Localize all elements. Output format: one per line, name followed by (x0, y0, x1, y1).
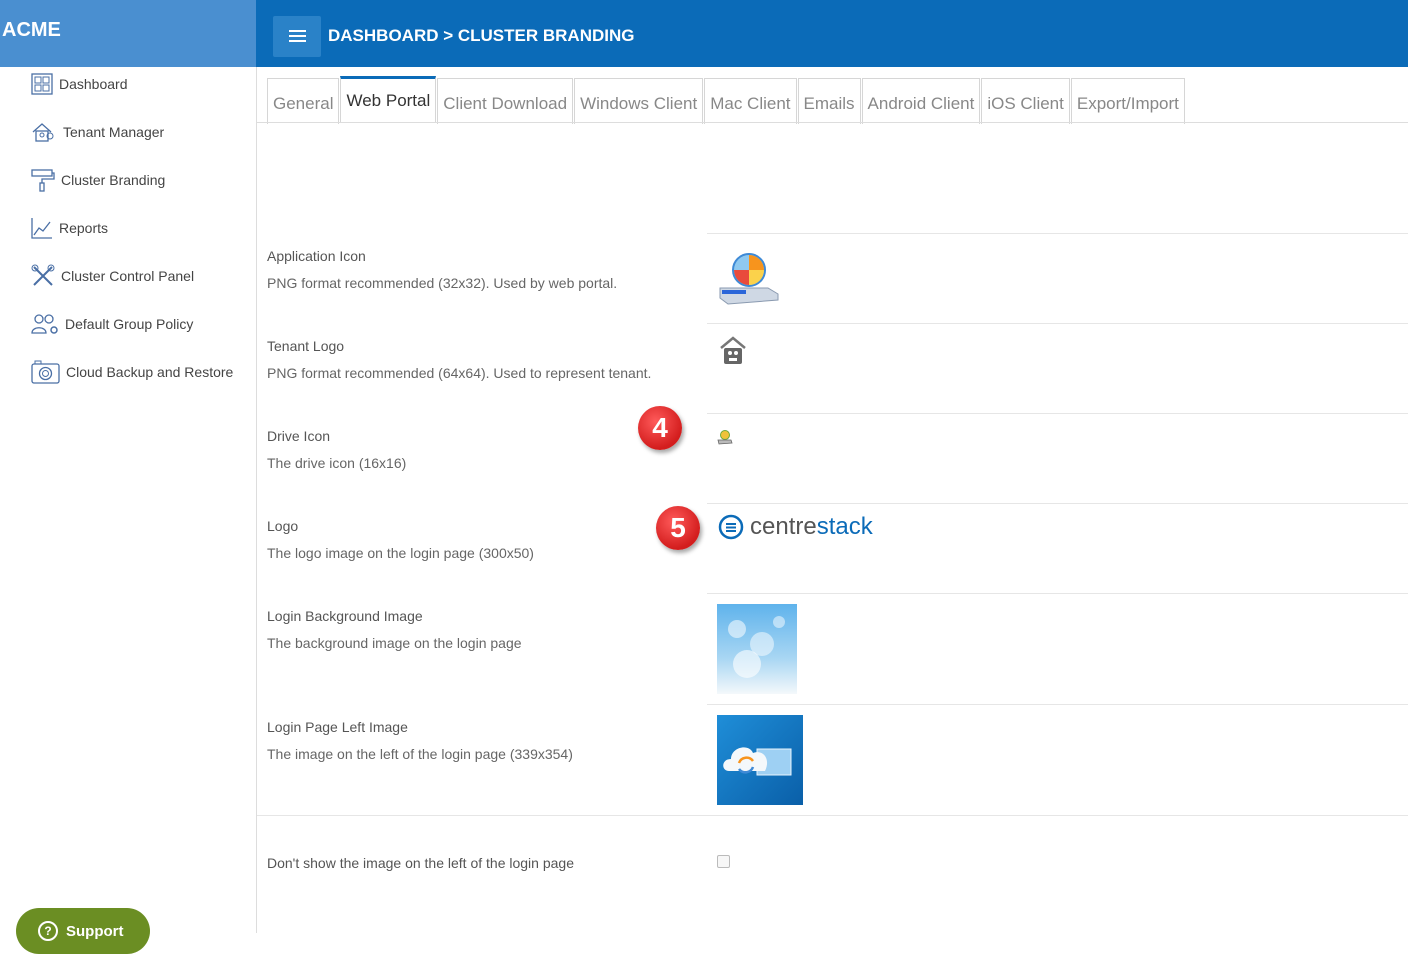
logo-preview[interactable]: centre stack (718, 513, 873, 541)
breadcrumb: DASHBOARD > CLUSTER BRANDING (328, 26, 635, 45)
tab-emails[interactable]: Emails (797, 78, 861, 124)
tab-mac-client[interactable]: Mac Client (704, 78, 797, 124)
divider (707, 503, 1408, 504)
tools-icon (31, 264, 55, 286)
sidebar: Dashboard Tenant Manager Cluster Brandin… (0, 67, 257, 933)
tab-ios-client[interactable]: iOS Client (981, 78, 1070, 124)
setting-description: PNG format recommended (32x32). Used by … (267, 275, 618, 291)
divider (707, 704, 1408, 705)
logo-text-stack: stack (816, 513, 873, 540)
sidebar-item-label: Dashboard (59, 76, 128, 92)
tab-general[interactable]: General (267, 78, 340, 124)
tenant-logo-preview[interactable] (720, 336, 746, 366)
divider (707, 593, 1408, 594)
login-background-preview[interactable] (717, 604, 797, 694)
sidebar-item-dashboard[interactable]: Dashboard (31, 70, 128, 98)
tenant-manager-icon (32, 123, 54, 142)
step-5-badge: 5 (656, 506, 700, 550)
sidebar-item-tenant-manager[interactable]: Tenant Manager (31, 118, 164, 146)
dashboard-icon (31, 73, 53, 95)
sidebar-item-reports[interactable]: Reports (31, 214, 108, 242)
sidebar-item-cluster-branding[interactable]: Cluster Branding (31, 166, 165, 194)
tab-web-portal[interactable]: Web Portal (340, 76, 437, 123)
divider (707, 323, 1408, 324)
sidebar-item-cloud-backup[interactable]: Cloud Backup and Restore (31, 358, 233, 386)
sidebar-item-label: Cloud Backup and Restore (66, 364, 234, 380)
sidebar-item-label: Tenant Manager (63, 124, 165, 140)
divider (257, 815, 1408, 816)
camera-icon (31, 360, 60, 384)
brand-logo[interactable]: ACME (0, 0, 256, 67)
sidebar-item-label: Default Group Policy (65, 316, 194, 332)
setting-label: Tenant Logo (267, 338, 345, 354)
tab-windows-client[interactable]: Windows Client (574, 78, 704, 124)
setting-label: Application Icon (267, 248, 366, 264)
setting-description: The drive icon (16x16) (267, 455, 407, 471)
step-4-badge: 4 (638, 406, 682, 450)
support-label: Support (66, 922, 124, 940)
sidebar-item-cluster-control-panel[interactable]: Cluster Control Panel (31, 262, 194, 290)
setting-label: Login Background Image (267, 608, 423, 624)
tab-client-download[interactable]: Client Download (437, 78, 574, 124)
tab-android-client[interactable]: Android Client (861, 78, 981, 124)
drive-icon-preview[interactable] (717, 429, 733, 445)
support-button[interactable]: ? Support (16, 908, 150, 954)
setting-label: Logo (267, 518, 299, 534)
sidebar-item-label: Cluster Branding (61, 172, 166, 188)
centrestack-logo-icon (718, 514, 744, 540)
paint-roller-icon (31, 169, 55, 192)
setting-description: PNG format recommended (64x64). Used to … (267, 365, 652, 381)
setting-description: The image on the left of the login page … (267, 746, 573, 762)
setting-description: The background image on the login page (267, 635, 522, 651)
tab-bar: General Web Portal Client Download Windo… (267, 76, 1186, 124)
setting-label: Drive Icon (267, 428, 331, 444)
hamburger-menu-button[interactable] (273, 16, 321, 57)
users-gear-icon (31, 314, 58, 334)
divider (707, 233, 1408, 234)
question-icon: ? (38, 921, 58, 941)
login-left-image-preview[interactable] (717, 715, 803, 805)
logo-text-centre: centre (750, 513, 817, 540)
tab-export-import[interactable]: Export/Import (1070, 78, 1185, 124)
hide-left-image-checkbox[interactable] (717, 855, 730, 868)
divider (707, 413, 1408, 414)
sidebar-item-label: Reports (59, 220, 109, 236)
chart-icon (31, 218, 52, 239)
top-bar: DASHBOARD > CLUSTER BRANDING (256, 0, 1408, 67)
divider (257, 122, 1408, 123)
application-icon-preview[interactable] (716, 248, 782, 306)
setting-label: Login Page Left Image (267, 719, 408, 735)
sidebar-item-label: Cluster Control Panel (61, 268, 195, 284)
sidebar-item-default-group-policy[interactable]: Default Group Policy (31, 310, 193, 338)
hide-left-image-label: Don't show the image on the left of the … (267, 855, 574, 871)
setting-description: The logo image on the login page (300x50… (267, 545, 534, 561)
